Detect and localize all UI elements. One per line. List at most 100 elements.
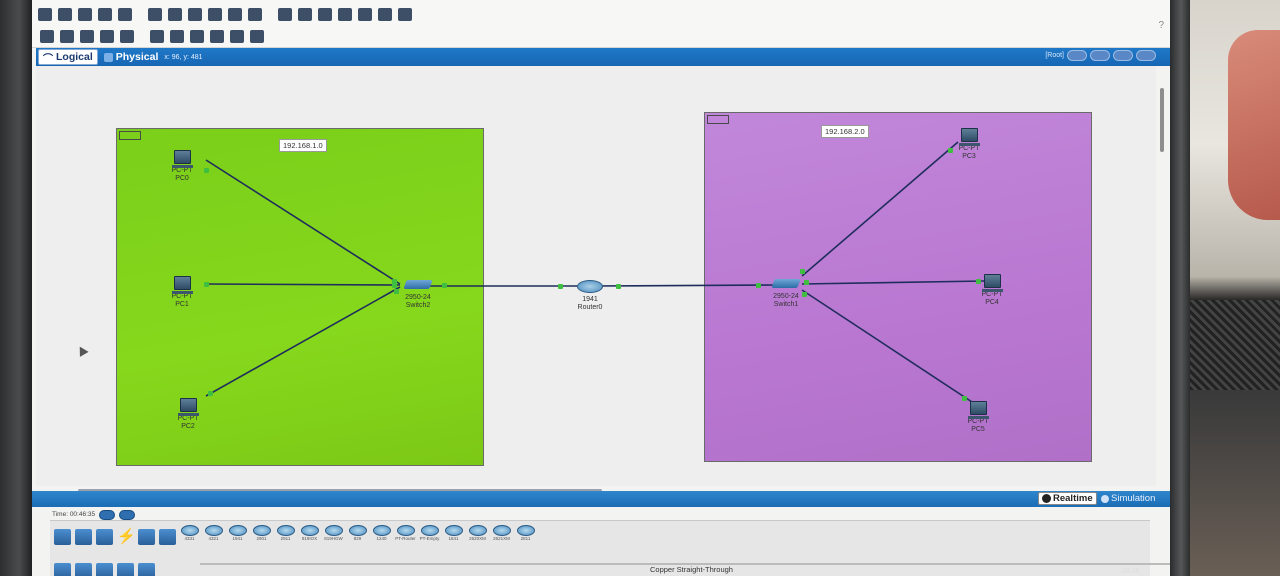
draw-ellipse-icon[interactable] bbox=[190, 30, 204, 43]
device-pc5[interactable]: PC-PT PC5 bbox=[950, 398, 1006, 434]
switches-icon[interactable] bbox=[75, 563, 92, 576]
palette-device-11[interactable]: 1841 bbox=[444, 525, 463, 541]
new-file-icon[interactable] bbox=[38, 8, 52, 21]
complex-pdu-icon[interactable] bbox=[250, 30, 264, 43]
zoom-reset-icon[interactable] bbox=[298, 8, 312, 21]
device-pc2[interactable]: PC-PT PC2 bbox=[160, 395, 216, 431]
packet-tracer-window: ? ⌒ Logical Physical x: 96, y: 481 [Root… bbox=[32, 0, 1170, 576]
physical-icon bbox=[103, 52, 113, 62]
palette-device-1[interactable]: 4321 bbox=[204, 525, 223, 541]
router-icon bbox=[276, 525, 295, 536]
power-cycle-button[interactable] bbox=[99, 509, 116, 520]
device-pc3[interactable]: PC-PT PC3 bbox=[941, 125, 997, 161]
draw-freeform-icon[interactable] bbox=[210, 30, 224, 43]
hubs-icon[interactable] bbox=[96, 563, 113, 576]
network-devices-icon[interactable] bbox=[54, 529, 71, 545]
device-router0[interactable]: 1941 Router0 bbox=[562, 276, 618, 312]
palette-device-14[interactable]: 2811 bbox=[516, 525, 535, 541]
realtime-mode-button[interactable]: Realtime bbox=[1038, 492, 1097, 505]
zoom-in-icon[interactable] bbox=[278, 8, 292, 21]
resize-icon[interactable] bbox=[100, 30, 114, 43]
palette-device-4[interactable]: 2911 bbox=[276, 525, 295, 541]
router-icon bbox=[444, 525, 463, 536]
palette-device-7[interactable]: 829 bbox=[348, 525, 367, 541]
palette-device-5[interactable]: 819IOX bbox=[300, 525, 319, 541]
network-label-right[interactable]: 192.168.2.0 bbox=[821, 125, 869, 138]
connections-icon[interactable]: ⚡ bbox=[117, 529, 136, 545]
set-tiled-background-button[interactable] bbox=[1113, 50, 1133, 61]
inspect-icon[interactable] bbox=[60, 30, 74, 43]
tab-physical[interactable]: Physical bbox=[100, 49, 163, 65]
copy-icon[interactable] bbox=[188, 8, 202, 21]
wireless-icon[interactable] bbox=[117, 563, 134, 576]
paste-icon[interactable] bbox=[208, 8, 222, 21]
print-icon[interactable] bbox=[98, 8, 112, 21]
redo-icon[interactable] bbox=[248, 8, 262, 21]
info-icon[interactable] bbox=[118, 8, 132, 21]
draw-line-icon[interactable] bbox=[150, 30, 164, 43]
device-pc0[interactable]: PC-PT PC0 bbox=[154, 147, 210, 183]
pc-icon bbox=[177, 398, 199, 416]
selected-cable-label: Copper Straight-Through bbox=[650, 565, 733, 574]
workspace-tabbar: ⌒ Logical Physical x: 96, y: 481 [Root] bbox=[36, 48, 1170, 66]
security-icon[interactable] bbox=[138, 563, 155, 576]
device-pc4[interactable]: PC-PT PC4 bbox=[964, 271, 1020, 307]
device-pc1[interactable]: PC-PT PC1 bbox=[154, 273, 210, 309]
palette-device-13[interactable]: 2621XM bbox=[492, 525, 511, 541]
workspace-vertical-scrollbar[interactable] bbox=[1160, 88, 1164, 152]
viewport-button[interactable] bbox=[1136, 50, 1156, 61]
device-switch2[interactable]: 2950-24 Switch2 bbox=[390, 274, 446, 310]
palette-device-label: 819HGW bbox=[324, 536, 343, 541]
palette-device-8[interactable]: 1240 bbox=[372, 525, 391, 541]
note-icon[interactable] bbox=[120, 30, 134, 43]
components-icon[interactable] bbox=[96, 529, 113, 545]
save-icon[interactable] bbox=[78, 8, 92, 21]
palette-device-3[interactable]: 2901 bbox=[252, 525, 271, 541]
select-icon[interactable] bbox=[40, 30, 54, 43]
drawing-palette-icon[interactable] bbox=[338, 8, 352, 21]
tab-logical[interactable]: ⌒ Logical bbox=[38, 49, 98, 65]
activity-wizard-icon[interactable] bbox=[148, 8, 162, 21]
fast-forward-button[interactable] bbox=[119, 509, 136, 520]
device-name-label: PC5 bbox=[971, 426, 985, 433]
palette-device-2[interactable]: 1941 bbox=[228, 525, 247, 541]
network-label-left[interactable]: 192.168.1.0 bbox=[279, 139, 327, 152]
undo-icon[interactable] bbox=[228, 8, 242, 21]
palette-device-10[interactable]: PT-Empty bbox=[420, 525, 439, 541]
simulation-mode-button[interactable]: Simulation bbox=[1098, 492, 1158, 505]
end-devices-icon[interactable] bbox=[75, 529, 92, 545]
multiuser-icon[interactable] bbox=[159, 529, 176, 545]
network-info-icon[interactable] bbox=[168, 8, 182, 21]
taskbar-clock: 03:26 bbox=[1122, 568, 1140, 575]
draw-rectangle-icon[interactable] bbox=[170, 30, 184, 43]
new-cluster-button[interactable] bbox=[1067, 50, 1087, 61]
root-navigation: [Root] bbox=[1045, 50, 1156, 61]
device-subcategory-row bbox=[54, 563, 155, 576]
root-label[interactable]: [Root] bbox=[1045, 52, 1064, 59]
move-object-button[interactable] bbox=[1090, 50, 1110, 61]
open-file-icon[interactable] bbox=[58, 8, 72, 21]
misc-icon[interactable] bbox=[138, 529, 155, 545]
palette-device-label: 1941 bbox=[232, 536, 243, 541]
tab-physical-label: Physical bbox=[115, 51, 159, 63]
palette-device-0[interactable]: 4331 bbox=[180, 525, 199, 541]
router-icon bbox=[492, 525, 511, 536]
zoom-out-icon[interactable] bbox=[318, 8, 332, 21]
routers-icon[interactable] bbox=[54, 563, 71, 576]
router-icon bbox=[577, 279, 603, 293]
device-switch1[interactable]: 2950-24 Switch1 bbox=[758, 273, 814, 309]
room-background bbox=[1190, 0, 1280, 576]
custom-device-icon[interactable] bbox=[358, 8, 372, 21]
device-category-row: ⚡ bbox=[54, 529, 176, 545]
mode-bar: Realtime Simulation bbox=[32, 491, 1170, 507]
palette-device-9[interactable]: PT-Router bbox=[395, 525, 416, 541]
viewport-icon[interactable] bbox=[378, 8, 392, 21]
palette-device-12[interactable]: 2620XM bbox=[468, 525, 487, 541]
device-model-label: 2950-24 bbox=[773, 293, 799, 300]
pdu-icon[interactable] bbox=[230, 30, 244, 43]
help-button[interactable]: ? bbox=[1158, 20, 1164, 31]
delete-icon[interactable] bbox=[80, 30, 94, 43]
image-icon[interactable] bbox=[398, 8, 412, 21]
palette-device-6[interactable]: 819HGW bbox=[324, 525, 343, 541]
palette-device-label: 1240 bbox=[376, 536, 387, 541]
